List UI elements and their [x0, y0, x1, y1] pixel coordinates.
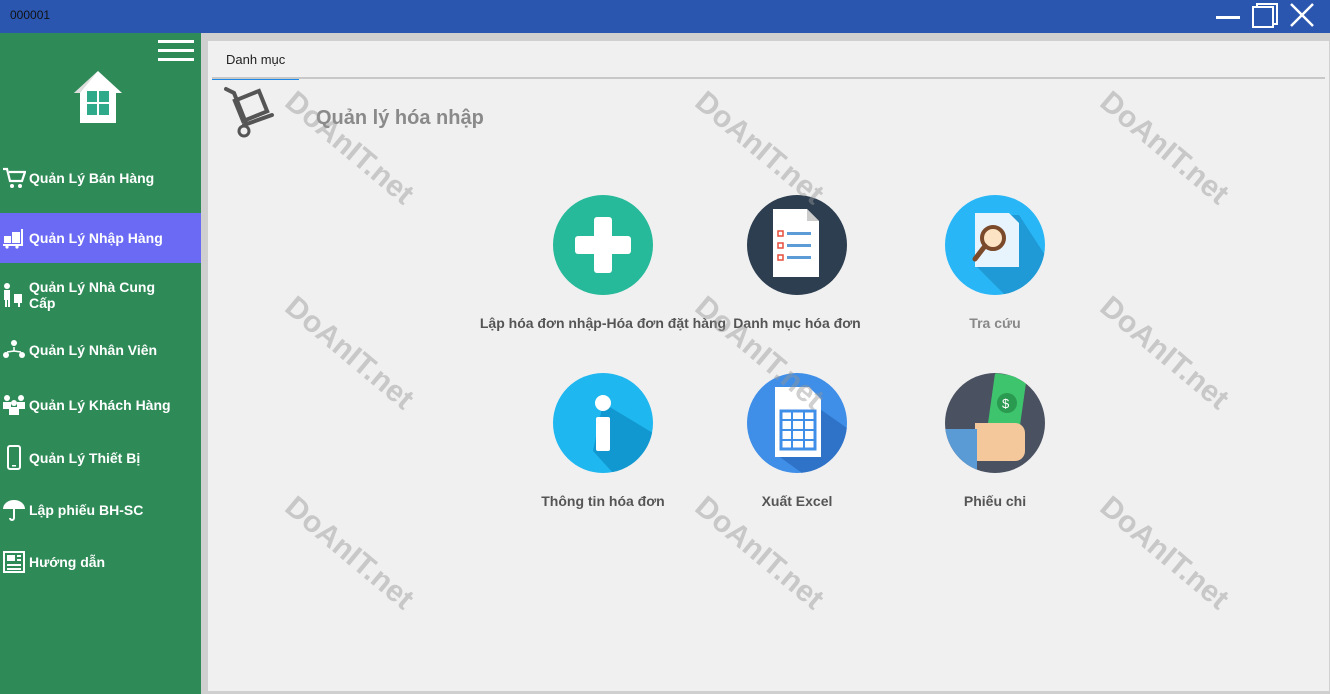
- umbrella-icon: [1, 497, 27, 523]
- tile-label: Thông tin hóa đơn: [541, 493, 665, 509]
- sidebar-item-label: Quản Lý Khách Hàng: [29, 397, 171, 413]
- tab-danh-muc[interactable]: Danh mục: [212, 49, 300, 80]
- sidebar-item-label: Hướng dẫn: [29, 554, 106, 570]
- sidebar-item-ban-hang[interactable]: Quản Lý Bán Hàng: [0, 164, 201, 192]
- trolley-icon: [222, 85, 278, 139]
- spreadsheet-icon: [747, 373, 847, 473]
- sidebar-item-phieu-bh-sc[interactable]: Lập phiếu BH-SC: [0, 496, 201, 524]
- phone-icon: [1, 445, 27, 471]
- staff-icon: [1, 337, 27, 363]
- guide-icon: [1, 549, 27, 575]
- invoice-info-button[interactable]: Thông tin hóa đơn: [503, 373, 703, 509]
- tab-divider: [212, 77, 1325, 79]
- svg-text:$: $: [1002, 396, 1010, 411]
- minimize-button[interactable]: [1213, 2, 1243, 30]
- customers-icon: [1, 392, 27, 418]
- sidebar-item-thiet-bi[interactable]: Quản Lý Thiết Bị: [0, 444, 201, 472]
- tile-label: Phiếu chi: [963, 493, 1027, 509]
- tile-label: Danh mục hóa đơn: [733, 315, 861, 331]
- close-icon: [1290, 3, 1314, 27]
- plus-icon: [553, 195, 653, 295]
- minimize-icon: [1216, 16, 1240, 19]
- sidebar-item-nha-cung-cap[interactable]: Quản Lý Nhà Cung Cấp: [0, 277, 201, 313]
- page-title: Quản lý hóa nhập: [316, 107, 484, 129]
- main-panel: Danh mục Quản lý hóa nhập Lập hóa đơn nh…: [207, 40, 1330, 692]
- invoice-list-button[interactable]: Danh mục hóa đơn: [697, 195, 897, 331]
- maximize-button[interactable]: [1250, 2, 1280, 30]
- trolley-icon: [1, 225, 27, 251]
- search-document-icon: [945, 195, 1045, 295]
- tab-bar: Danh mục: [208, 41, 1329, 80]
- sidebar: Quản Lý Bán Hàng Quản Lý Nhập Hàng Quản …: [0, 33, 201, 694]
- create-purchase-invoice-button[interactable]: Lập hóa đơn nhập-Hóa đơn đặt hàng: [480, 195, 726, 331]
- title-bar: 000001: [0, 0, 1330, 33]
- tile-label: Tra cứu: [969, 315, 1021, 331]
- sidebar-item-label: Quản Lý Nhân Viên: [29, 342, 158, 358]
- lookup-button[interactable]: Tra cứu: [895, 195, 1095, 331]
- sidebar-item-khach-hang[interactable]: Quản Lý Khách Hàng: [0, 391, 201, 419]
- sidebar-item-huong-dan[interactable]: Hướng dẫn: [0, 548, 201, 576]
- maximize-icon: [1252, 3, 1278, 28]
- info-icon: [553, 373, 653, 473]
- supplier-icon: [1, 282, 27, 308]
- export-excel-button[interactable]: Xuất Excel: [697, 373, 897, 509]
- sidebar-item-label: Quản Lý Thiết Bị: [29, 450, 141, 466]
- window-title: 000001: [10, 8, 51, 22]
- menu-toggle-button[interactable]: [158, 35, 194, 69]
- tile-label: Xuất Excel: [761, 493, 833, 509]
- sidebar-item-label: Quản Lý Bán Hàng: [29, 170, 155, 186]
- sidebar-item-label: Quản Lý Nhà Cung Cấp: [29, 279, 155, 311]
- sidebar-item-nhap-hang[interactable]: Quản Lý Nhập Hàng: [0, 213, 201, 263]
- cart-icon: [1, 165, 27, 191]
- close-button[interactable]: [1288, 2, 1318, 30]
- checklist-icon: [747, 195, 847, 295]
- sidebar-item-nhan-vien[interactable]: Quản Lý Nhân Viên: [0, 336, 201, 364]
- payment-voucher-button[interactable]: $ Phiếu chi: [895, 373, 1095, 509]
- sidebar-item-label: Quản Lý Nhập Hàng: [29, 230, 163, 246]
- home-icon[interactable]: [70, 69, 126, 125]
- cash-hand-icon: $: [945, 373, 1045, 473]
- sidebar-item-label: Lập phiếu BH-SC: [29, 502, 144, 518]
